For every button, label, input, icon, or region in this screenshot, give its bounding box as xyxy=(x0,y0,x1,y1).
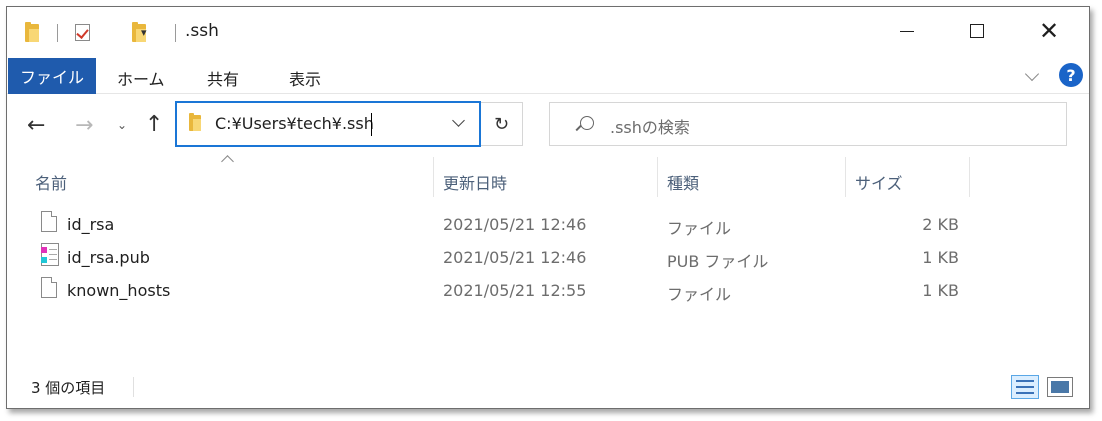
refresh-button[interactable]: ↻ xyxy=(481,102,523,146)
file-name: known_hosts xyxy=(67,281,171,300)
window-title: .ssh xyxy=(185,21,219,41)
maximize-button[interactable] xyxy=(947,7,1007,55)
properties-icon[interactable] xyxy=(75,24,90,41)
title-separator xyxy=(175,24,176,42)
large-icons-view-button[interactable] xyxy=(1047,377,1073,397)
ribbon: ファイル ホーム 共有 表示 ? xyxy=(7,57,1089,94)
address-dropdown-icon[interactable] xyxy=(452,114,465,127)
column-header-size[interactable]: サイズ xyxy=(855,170,903,194)
column-header-modified[interactable]: 更新日時 xyxy=(443,170,507,194)
file-size: 1 KB xyxy=(922,281,959,300)
file-modified: 2021/05/21 12:46 xyxy=(443,248,587,267)
status-item-count: 3 個の項目 xyxy=(31,379,106,397)
file-icon xyxy=(41,277,57,298)
close-button[interactable]: ✕ xyxy=(1019,7,1079,55)
status-separator xyxy=(133,377,134,397)
back-arrow-icon[interactable]: ← xyxy=(27,115,45,137)
file-modified: 2021/05/21 12:46 xyxy=(443,215,587,234)
file-type: ファイル xyxy=(667,219,732,238)
folder-icon xyxy=(25,22,39,42)
file-row-id-rsa-pub[interactable]: id_rsa.pub 2021/05/21 12:46 PUB ファイル 1 K… xyxy=(7,242,1089,275)
pub-file-icon xyxy=(41,243,59,266)
sort-ascending-icon xyxy=(221,155,234,168)
file-type: PUB ファイル xyxy=(667,252,769,271)
qa-separator xyxy=(57,24,58,42)
column-header-name[interactable]: 名前 xyxy=(35,170,67,194)
address-bar[interactable]: C:¥Users¥tech¥.ssh xyxy=(175,101,481,147)
column-header-type[interactable]: 種類 xyxy=(667,170,699,194)
file-name: id_rsa xyxy=(67,215,115,234)
column-divider[interactable] xyxy=(657,157,658,197)
file-size: 1 KB xyxy=(922,248,959,267)
file-modified: 2021/05/21 12:55 xyxy=(443,281,587,300)
help-icon[interactable]: ? xyxy=(1059,63,1083,87)
search-box[interactable]: .sshの検索 xyxy=(549,102,1067,146)
address-path[interactable]: C:¥Users¥tech¥.ssh xyxy=(215,114,374,133)
tab-share[interactable]: 共有 xyxy=(207,66,239,90)
tab-file[interactable]: ファイル xyxy=(8,58,96,94)
explorer-window: ▾ .ssh ✕ ファイル ホーム 共有 表示 ? ← → ⌄ ↑ C:¥Use… xyxy=(6,6,1090,409)
recent-locations-chevron-icon[interactable]: ⌄ xyxy=(117,119,127,131)
tab-home[interactable]: ホーム xyxy=(117,66,165,90)
folder-icon xyxy=(189,113,201,131)
maximize-icon xyxy=(970,24,984,38)
text-caret xyxy=(371,113,372,136)
file-row-id-rsa[interactable]: id_rsa 2021/05/21 12:46 ファイル 2 KB xyxy=(7,209,1089,242)
title-bar: ▾ .ssh ✕ xyxy=(7,7,1089,57)
details-view-button[interactable] xyxy=(1011,375,1039,399)
expand-ribbon-chevron-icon[interactable] xyxy=(1024,66,1040,82)
quick-access-dropdown-icon[interactable]: ▾ xyxy=(141,26,147,39)
minimize-icon xyxy=(900,30,914,32)
file-type: ファイル xyxy=(667,285,732,304)
refresh-icon: ↻ xyxy=(493,113,510,135)
file-name: id_rsa.pub xyxy=(67,248,150,267)
search-placeholder[interactable]: .sshの検索 xyxy=(610,114,690,138)
tab-view[interactable]: 表示 xyxy=(289,66,321,90)
search-icon xyxy=(580,116,594,130)
close-icon: ✕ xyxy=(1038,17,1060,45)
column-divider[interactable] xyxy=(433,157,434,197)
file-row-known-hosts[interactable]: known_hosts 2021/05/21 12:55 ファイル 1 KB xyxy=(7,275,1089,308)
column-divider[interactable] xyxy=(969,157,970,197)
up-arrow-icon[interactable]: ↑ xyxy=(145,114,163,136)
file-icon xyxy=(41,211,57,232)
column-divider[interactable] xyxy=(845,157,846,197)
forward-arrow-icon[interactable]: → xyxy=(75,115,93,137)
minimize-button[interactable] xyxy=(877,7,937,55)
file-size: 2 KB xyxy=(922,215,959,234)
